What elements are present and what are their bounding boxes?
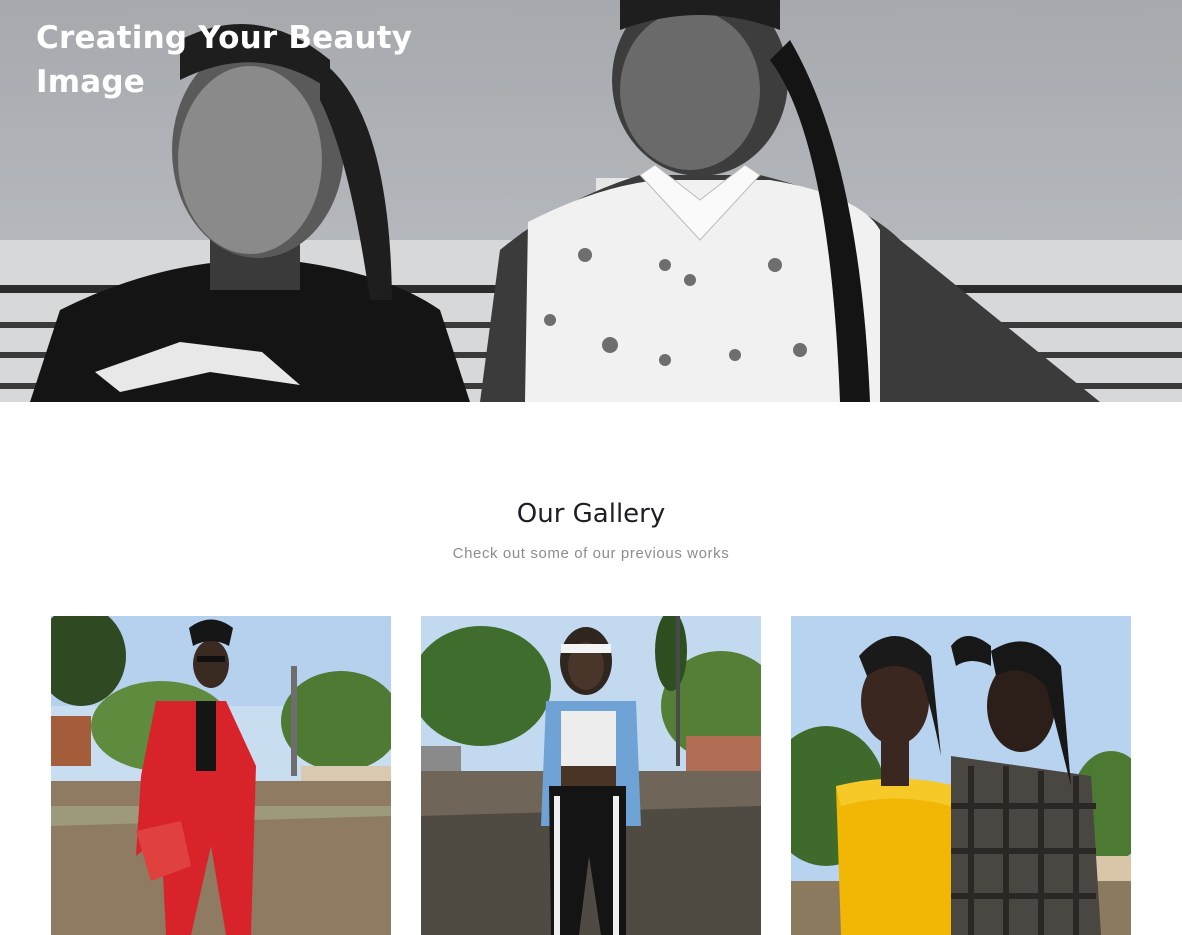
gallery-image-woman-denim-jacket xyxy=(421,616,761,935)
gallery-subtitle: Check out some of our previous works xyxy=(452,545,730,562)
gallery-item-1[interactable] xyxy=(51,616,391,935)
page: Creating Your Beauty Image Our Gallery C… xyxy=(0,0,1182,935)
gallery-image-two-women-yellow-plaid xyxy=(791,616,1131,935)
gallery-item-3[interactable] xyxy=(791,616,1131,935)
gallery-title: Our Gallery xyxy=(516,499,666,529)
gallery-image-man-red-suit xyxy=(51,616,391,935)
hero-banner: Creating Your Beauty Image xyxy=(0,0,1182,402)
gallery-item-2[interactable] xyxy=(421,616,761,935)
hero-title: Creating Your Beauty Image xyxy=(36,20,413,100)
